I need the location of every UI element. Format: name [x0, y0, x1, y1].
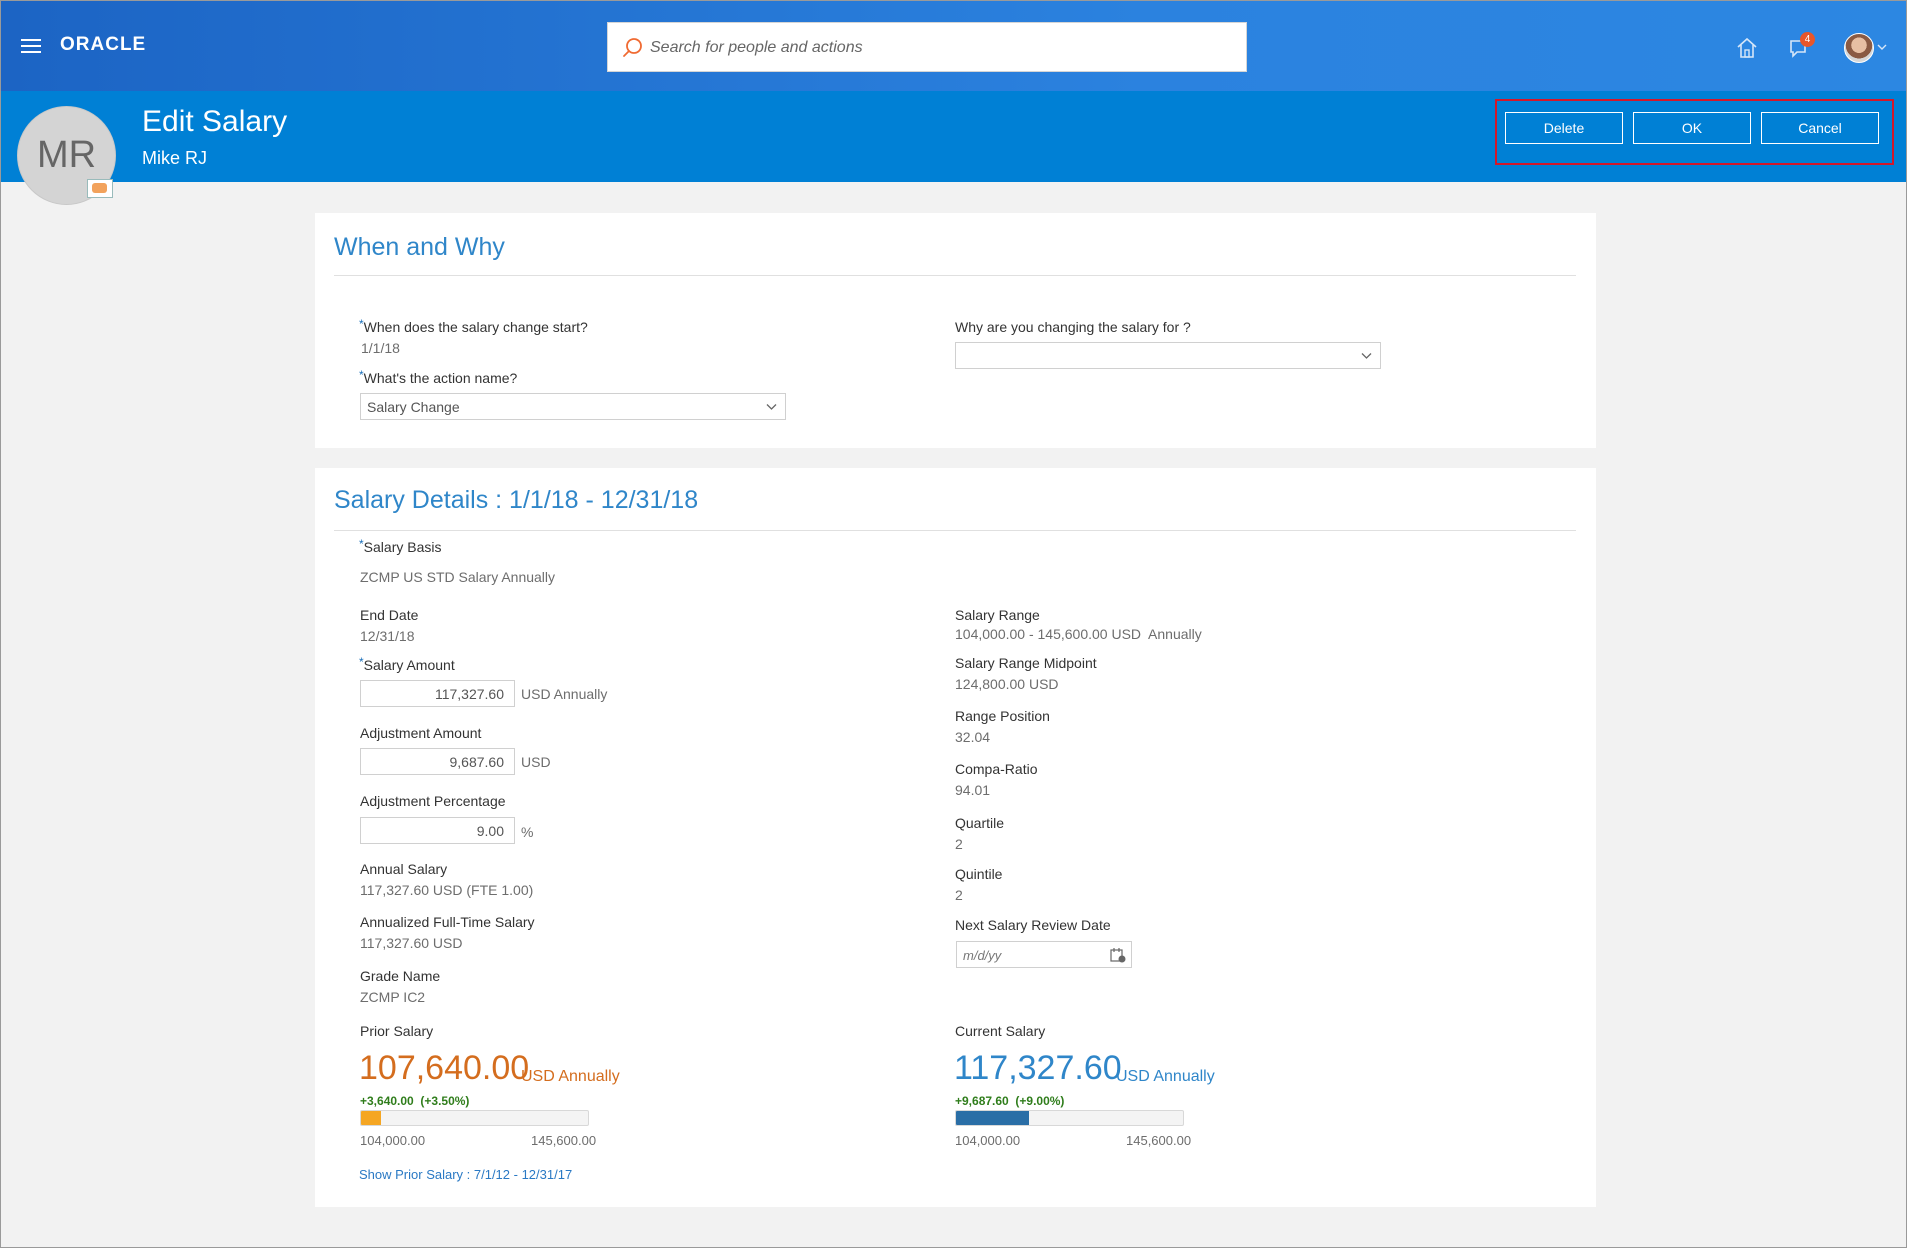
salary-range-value: 104,000.00 - 145,600.00 USD Annually — [955, 626, 1202, 642]
salary-amount-label: *Salary Amount — [359, 655, 455, 673]
oracle-logo[interactable]: ORACLE — [60, 34, 146, 56]
top-navigation-bar: ORACLE 4 — [1, 1, 1906, 91]
annual-salary-value: 117,327.60 USD (FTE 1.00) — [360, 882, 534, 898]
reason-label: Why are you changing the salary for ? — [955, 319, 1191, 335]
current-salary-label: Current Salary — [955, 1023, 1046, 1039]
home-icon[interactable] — [1736, 37, 1758, 59]
adjustment-amount-unit: USD — [521, 754, 551, 770]
review-date-label: Next Salary Review Date — [955, 917, 1111, 933]
section-title: Salary Details : 1/1/18 - 12/31/18 — [334, 486, 699, 514]
current-salary-range-bar — [955, 1110, 1184, 1126]
search-input[interactable] — [648, 23, 1232, 73]
chevron-down-icon[interactable] — [1877, 43, 1887, 51]
required-marker: * — [359, 317, 364, 331]
start-date-label: *When does the salary change start? — [359, 317, 588, 335]
range-midpoint-value: 124,800.00 USD — [955, 676, 1059, 692]
annual-salary-label: Annual Salary — [360, 861, 448, 877]
prior-range-min: 104,000.00 — [360, 1133, 426, 1148]
current-range-max: 145,600.00 — [1126, 1133, 1192, 1148]
quartile-value: 2 — [955, 836, 963, 852]
grade-name-value: ZCMP IC2 — [360, 989, 426, 1005]
action-name-label: *What's the action name? — [359, 368, 518, 386]
page-title: Edit Salary — [142, 105, 288, 138]
prior-salary-unit: USD Annually — [521, 1068, 620, 1085]
current-salary-change: +9,687.60 (+9.00%) — [955, 1094, 1065, 1108]
chevron-down-icon — [1361, 353, 1372, 359]
quartile-label: Quartile — [955, 815, 1005, 831]
current-salary-unit: USD Annually — [1116, 1068, 1215, 1085]
salary-basis-value: ZCMP US STD Salary Annually — [360, 569, 556, 585]
show-prior-salary-link[interactable]: Show Prior Salary : 7/1/12 - 12/31/17 — [359, 1167, 572, 1182]
adjustment-amount-input[interactable] — [361, 749, 504, 774]
start-date-value: 1/1/18 — [361, 340, 400, 356]
when-and-why-panel: When and Why *When does the salary chang… — [315, 213, 1596, 448]
adjustment-percentage-input[interactable] — [361, 818, 504, 843]
salary-amount-unit: USD Annually — [521, 686, 608, 702]
prior-salary-range-bar — [360, 1110, 589, 1126]
cancel-button[interactable]: Cancel — [1761, 112, 1879, 144]
range-position-value: 32.04 — [955, 729, 991, 745]
adjustment-amount-field[interactable] — [360, 748, 515, 775]
salary-range-label: Salary Range — [955, 607, 1040, 623]
salary-details-panel: Salary Details : 1/1/18 - 12/31/18 *Sala… — [315, 468, 1596, 1207]
employee-name: Mike RJ — [142, 148, 208, 168]
adjustment-percentage-unit: % — [521, 824, 534, 840]
reason-select[interactable] — [955, 342, 1381, 369]
range-midpoint-label: Salary Range Midpoint — [955, 655, 1097, 671]
quintile-value: 2 — [955, 887, 963, 903]
compa-ratio-label: Compa-Ratio — [955, 761, 1038, 777]
ok-button[interactable]: OK — [1633, 112, 1751, 144]
notification-count-badge: 4 — [1800, 32, 1815, 47]
section-title: When and Why — [334, 233, 505, 261]
search-icon — [623, 38, 642, 57]
required-marker: * — [359, 537, 364, 551]
grade-name-label: Grade Name — [360, 968, 441, 984]
salary-amount-field[interactable] — [360, 680, 515, 707]
end-date-label: End Date — [360, 607, 419, 623]
delete-button[interactable]: Delete — [1505, 112, 1623, 144]
review-date-field[interactable] — [956, 941, 1132, 969]
divider — [334, 530, 1576, 531]
required-marker: * — [359, 368, 364, 382]
end-date-value: 12/31/18 — [360, 628, 415, 644]
action-name-value: Salary Change — [367, 399, 460, 415]
prior-salary-amount: 107,640.00 — [359, 1049, 530, 1087]
prior-range-max: 145,600.00 — [531, 1133, 597, 1148]
divider — [334, 275, 1576, 276]
review-date-input[interactable] — [961, 942, 1105, 969]
compa-ratio-value: 94.01 — [955, 782, 991, 798]
action-name-select[interactable]: Salary Change — [360, 393, 786, 420]
range-position-label: Range Position — [955, 708, 1050, 724]
prior-salary-label: Prior Salary — [360, 1023, 434, 1039]
annualized-salary-label: Annualized Full-Time Salary — [360, 914, 535, 930]
adjustment-percentage-field[interactable] — [360, 817, 515, 844]
annualized-salary-value: 117,327.60 USD — [360, 935, 463, 951]
chat-icon[interactable] — [87, 179, 113, 198]
current-salary-range-fill — [956, 1111, 1029, 1125]
current-range-min: 104,000.00 — [955, 1133, 1021, 1148]
calendar-icon[interactable] — [1110, 947, 1126, 963]
menu-icon[interactable] — [21, 39, 41, 53]
user-avatar[interactable] — [1844, 33, 1874, 63]
required-marker: * — [359, 655, 364, 669]
chevron-down-icon — [766, 404, 777, 410]
prior-salary-range-fill — [361, 1111, 381, 1125]
salary-basis-label: *Salary Basis — [359, 537, 442, 555]
prior-salary-change: +3,640.00 (+3.50%) — [360, 1094, 470, 1108]
current-salary-amount: 117,327.60 — [954, 1049, 1122, 1087]
quintile-label: Quintile — [955, 866, 1003, 882]
adjustment-percentage-label: Adjustment Percentage — [360, 793, 506, 809]
search-box[interactable] — [607, 22, 1247, 73]
adjustment-amount-label: Adjustment Amount — [360, 725, 482, 741]
salary-amount-input[interactable] — [361, 681, 504, 706]
